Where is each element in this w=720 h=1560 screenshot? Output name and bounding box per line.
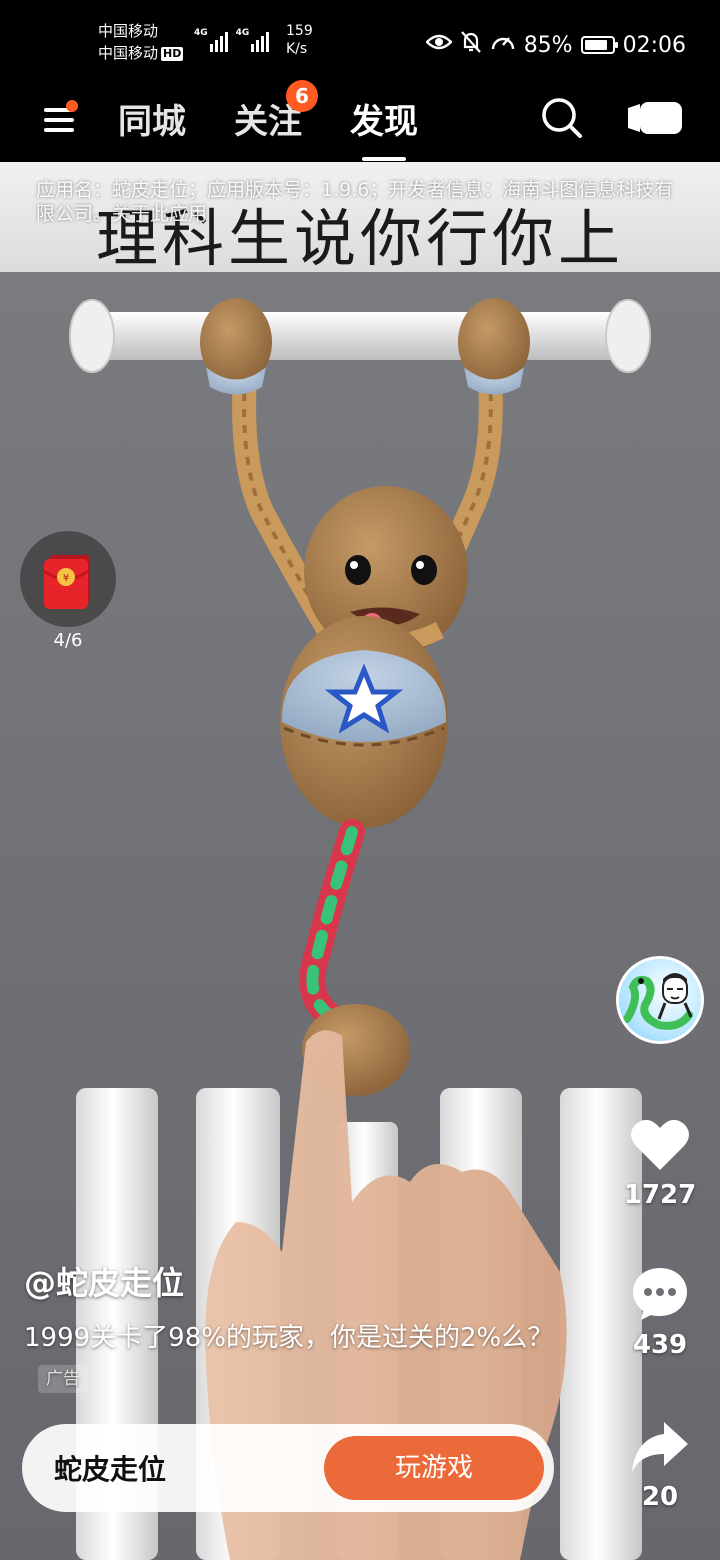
- status-right: 85% 02:06: [424, 30, 686, 60]
- red-packet-button[interactable]: ¥: [20, 531, 116, 627]
- net-speed-unit: K/s: [286, 41, 308, 57]
- camera-icon: [628, 102, 682, 134]
- clock: 02:06: [622, 32, 686, 58]
- net-speed-value: 159: [286, 23, 313, 39]
- menu-button[interactable]: [40, 98, 80, 138]
- like-count: 1727: [623, 1180, 697, 1210]
- play-game-button[interactable]: 玩游戏: [324, 1436, 544, 1500]
- battery-icon: [580, 36, 618, 54]
- following-badge: 6: [286, 80, 318, 112]
- tab-nearby[interactable]: 同城: [118, 94, 186, 143]
- tab-label: 同城: [118, 102, 186, 142]
- network-label-2: 4G: [235, 28, 250, 38]
- comment-action[interactable]: 439: [610, 1266, 710, 1360]
- speedometer-icon: [490, 31, 516, 59]
- author-name[interactable]: @蛇皮走位: [24, 1258, 184, 1304]
- bell-muted-icon: [460, 30, 482, 60]
- carrier-info: 中国移动 中国移动 HD: [98, 20, 184, 64]
- tab-discover[interactable]: 发现: [350, 94, 418, 161]
- red-envelope-icon: ¥: [43, 555, 90, 609]
- active-tab-indicator: [362, 157, 406, 161]
- signal-icon-1: 4G: [194, 28, 228, 52]
- comment-count: 439: [632, 1330, 688, 1360]
- share-icon: [632, 1422, 688, 1472]
- share-action[interactable]: 20: [610, 1420, 710, 1512]
- author-avatar[interactable]: [616, 956, 704, 1044]
- red-packet-progress: 4/6: [53, 630, 83, 651]
- signal-icon-2: 4G: [236, 28, 270, 52]
- screen: 中国移动 中国移动 HD 4G 4G 159 K/s 85% 02:06 同城 …: [0, 0, 720, 1560]
- cta-app-name: 蛇皮走位: [54, 1453, 167, 1486]
- comment-icon: [633, 1268, 687, 1320]
- eye-icon: [424, 32, 453, 58]
- nav-tabs: 同城 关注 6 发现: [118, 80, 418, 161]
- carrier-2-row: 中国移动 HD: [98, 42, 184, 64]
- carrier-2: 中国移动: [98, 44, 159, 62]
- hd-badge: HD: [161, 46, 184, 61]
- heart-icon: [631, 1119, 689, 1170]
- app-info-disclosure[interactable]: 应用名：蛇皮走位；应用版本号：1.9.6；开发者信息：海南斗图信息科技有限公司。…: [36, 178, 686, 226]
- camera-button[interactable]: [626, 98, 684, 138]
- ad-tag: 广告: [38, 1364, 88, 1393]
- app-cta-bar[interactable]: 蛇皮走位 玩游戏: [22, 1424, 554, 1512]
- tab-following[interactable]: 关注 6: [234, 80, 318, 143]
- net-speed: 159 K/s: [286, 22, 313, 58]
- battery-percent: 85%: [523, 32, 573, 58]
- post-description: 1999关卡了98%的玩家，你是过关的2%么？ 广告: [24, 1318, 584, 1398]
- like-action[interactable]: 1727: [610, 1118, 710, 1210]
- snake-avatar-icon: [623, 973, 693, 1030]
- signal-indicators: 4G 4G: [194, 28, 270, 52]
- notification-dot: [66, 100, 78, 112]
- battery-fill: [584, 40, 607, 50]
- tab-label: 发现: [350, 102, 418, 142]
- svg-text:¥: ¥: [63, 573, 69, 584]
- search-icon: [542, 98, 582, 138]
- search-button[interactable]: [540, 96, 584, 140]
- carrier-1: 中国移动: [98, 22, 159, 40]
- status-bar: 中国移动 中国移动 HD 4G 4G 159 K/s 85% 02:06: [0, 0, 720, 80]
- top-nav: 同城 关注 6 发现: [0, 80, 720, 162]
- description-text: 1999关卡了98%的玩家，你是过关的2%么？: [24, 1323, 554, 1353]
- share-count: 20: [641, 1482, 679, 1512]
- network-label-1: 4G: [194, 28, 208, 38]
